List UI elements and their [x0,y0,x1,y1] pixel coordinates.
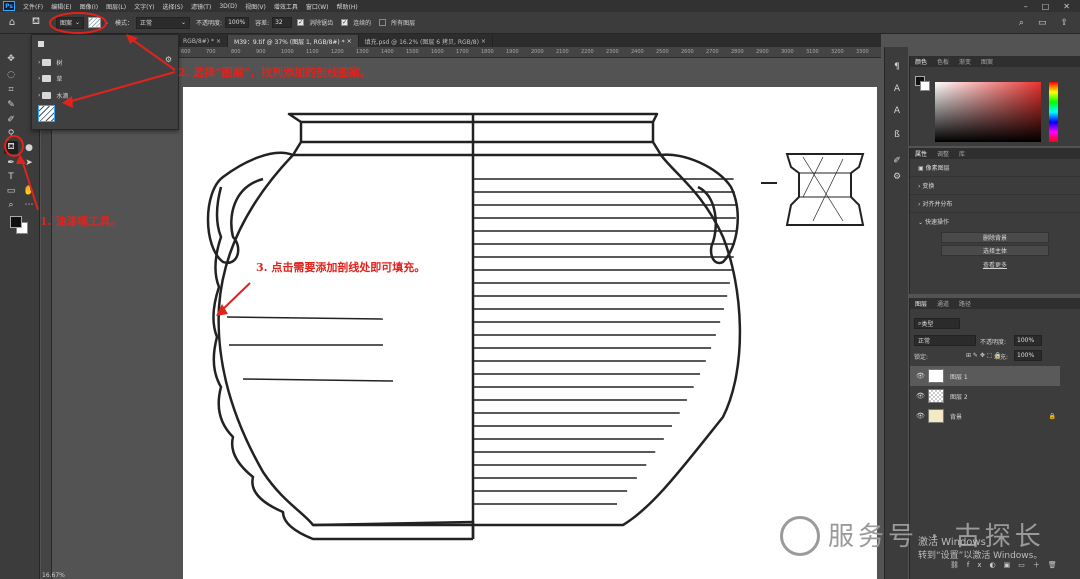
annotation-step-3: 3. 点击需要添加剖线处即可填充。 [256,261,426,274]
annotation-step-1: 1. 油漆桶工具。 [40,215,122,228]
windows-activation-title: 激活 Windows [918,537,986,548]
foreground-color-swatch[interactable] [10,216,22,228]
annotation-overlay [4,12,251,316]
windows-activation-subtitle: 转到“设置”以激活 Windows。 [918,551,1043,561]
annotation-step-2: 2. 选择“图案”，找到添加的剖线图案。 [178,66,371,79]
wechat-icon [780,516,820,556]
photoshop-window: Ps 文件(F) 编辑(E) 图像(I) 图层(L) 文字(Y) 选择(S) 滤… [0,0,1080,579]
